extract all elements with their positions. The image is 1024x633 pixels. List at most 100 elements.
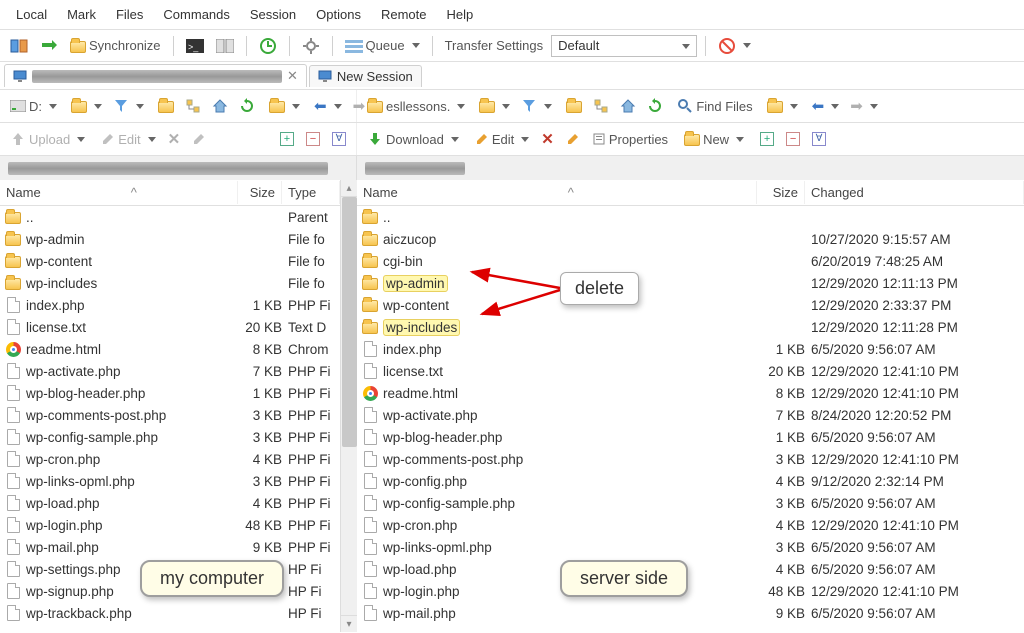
gear-icon[interactable]	[298, 35, 324, 57]
forward-icon[interactable]: ➡	[846, 95, 882, 117]
drive-selector[interactable]: D:	[6, 97, 61, 116]
table-row[interactable]: wp-comments-post.php3 KB12/29/2020 12:41…	[357, 448, 1024, 470]
properties-button[interactable]: Properties	[588, 130, 672, 149]
new-session-tab[interactable]: New Session	[309, 65, 422, 87]
table-row[interactable]: wp-blog-header.php1 KB6/5/2020 9:56:07 A…	[357, 426, 1024, 448]
select-all-button[interactable]: ∀	[328, 130, 350, 148]
menu-local[interactable]: Local	[6, 3, 57, 26]
compare-icon[interactable]	[6, 35, 32, 57]
tree-icon[interactable]	[589, 96, 613, 116]
table-row[interactable]: wp-cron.php4 KB12/29/2020 12:41:10 PM	[357, 514, 1024, 536]
hdr-name[interactable]: Name^	[357, 181, 757, 204]
delete-icon[interactable]: ✕	[537, 128, 558, 150]
table-row[interactable]: wp-blog-header.php1 KBPHP Fi	[0, 382, 340, 404]
table-row[interactable]: wp-links-opml.php3 KB6/5/2020 9:56:07 AM	[357, 536, 1024, 558]
hdr-size[interactable]: Size	[757, 181, 805, 204]
folder-search-icon[interactable]	[763, 98, 802, 114]
table-row[interactable]: wp-config-sample.php3 KB6/5/2020 9:56:07…	[357, 492, 1024, 514]
menu-remote[interactable]: Remote	[371, 3, 437, 26]
table-row[interactable]: index.php1 KB6/5/2020 9:56:07 AM	[357, 338, 1024, 360]
open-folder-icon[interactable]	[475, 98, 514, 114]
queue-button[interactable]: Queue	[341, 36, 424, 55]
upload-button[interactable]: Upload	[6, 129, 89, 149]
plus-button[interactable]: +	[276, 130, 298, 148]
menu-session[interactable]: Session	[240, 3, 306, 26]
menu-commands[interactable]: Commands	[153, 3, 239, 26]
bookmark-icon[interactable]	[562, 98, 586, 114]
terminal-icon[interactable]: >_	[182, 37, 208, 55]
table-row[interactable]: wp-cron.php4 KBPHP Fi	[0, 448, 340, 470]
sync-button[interactable]: Synchronize	[66, 36, 165, 55]
delete-icon[interactable]: ✕	[164, 128, 185, 150]
table-row[interactable]: wp-mail.php9 KB6/5/2020 9:56:07 AM	[357, 602, 1024, 624]
table-row[interactable]: wp-activate.php7 KBPHP Fi	[0, 360, 340, 382]
local-scrollbar[interactable]: ▴ ▾	[340, 180, 357, 632]
table-row[interactable]: ..	[357, 206, 1024, 228]
table-row[interactable]: ..Parent	[0, 206, 340, 228]
plus-button[interactable]: +	[756, 130, 778, 148]
download-button[interactable]: Download	[363, 129, 463, 149]
scroll-up-icon[interactable]: ▴	[341, 180, 357, 197]
home-icon[interactable]	[616, 96, 640, 116]
remote-file-list[interactable]: ..aiczucop10/27/2020 9:15:57 AMcgi-bin6/…	[357, 206, 1024, 624]
transfer-settings-select[interactable]: Default	[551, 35, 697, 57]
table-row[interactable]: license.txt20 KB12/29/2020 12:41:10 PM	[357, 360, 1024, 382]
hdr-type[interactable]: Type	[282, 181, 340, 204]
dual-panel-icon[interactable]	[212, 37, 238, 55]
table-row[interactable]: wp-config-sample.php3 KBPHP Fi	[0, 426, 340, 448]
tree-icon[interactable]	[181, 96, 205, 116]
table-row[interactable]: aiczucop10/27/2020 9:15:57 AM	[357, 228, 1024, 250]
table-row[interactable]: wp-config.php4 KB9/12/2020 2:32:14 PM	[357, 470, 1024, 492]
table-row[interactable]: wp-contentFile fo	[0, 250, 340, 272]
table-row[interactable]: cgi-bin6/20/2019 7:48:25 AM	[357, 250, 1024, 272]
table-row[interactable]: index.php1 KBPHP Fi	[0, 294, 340, 316]
disconnect-icon[interactable]	[714, 35, 755, 57]
refresh-icon[interactable]	[235, 96, 259, 116]
table-row[interactable]: readme.html8 KBChrom	[0, 338, 340, 360]
table-row[interactable]: wp-load.php4 KB6/5/2020 9:56:07 AM	[357, 558, 1024, 580]
menu-files[interactable]: Files	[106, 3, 153, 26]
sync-arrows-icon[interactable]	[36, 35, 62, 57]
edit-button[interactable]: Edit	[97, 130, 159, 149]
session-tab-active[interactable]: ✕	[4, 64, 307, 87]
menu-options[interactable]: Options	[306, 3, 371, 26]
refresh-icon[interactable]	[643, 96, 667, 116]
close-tab-icon[interactable]: ✕	[287, 68, 298, 84]
table-row[interactable]: wp-includesFile fo	[0, 272, 340, 294]
table-row[interactable]: wp-load.php4 KBPHP Fi	[0, 492, 340, 514]
new-button[interactable]: New	[680, 130, 748, 149]
back-icon[interactable]: ⬅	[310, 95, 346, 117]
table-row[interactable]: wp-mail.php9 KBPHP Fi	[0, 536, 340, 558]
table-row[interactable]: wp-includes12/29/2020 12:11:28 PM	[357, 316, 1024, 338]
sync-browse-icon[interactable]	[255, 35, 281, 57]
table-row[interactable]: wp-adminFile fo	[0, 228, 340, 250]
table-row[interactable]: wp-login.php48 KB12/29/2020 12:41:10 PM	[357, 580, 1024, 602]
table-row[interactable]: license.txt20 KBText D	[0, 316, 340, 338]
select-all-button[interactable]: ∀	[808, 130, 830, 148]
table-row[interactable]: wp-activate.php7 KB8/24/2020 12:20:52 PM	[357, 404, 1024, 426]
hdr-name[interactable]: Name^	[0, 181, 238, 204]
table-row[interactable]: wp-content12/29/2020 2:33:37 PM	[357, 294, 1024, 316]
scroll-thumb[interactable]	[342, 197, 357, 447]
back-icon[interactable]: ⬅	[808, 95, 844, 117]
table-row[interactable]: wp-login.php48 KBPHP Fi	[0, 514, 340, 536]
table-row[interactable]: wp-links-opml.php3 KBPHP Fi	[0, 470, 340, 492]
open-folder-icon[interactable]	[67, 98, 106, 114]
edit-button[interactable]: Edit	[471, 130, 533, 149]
hdr-size[interactable]: Size	[238, 181, 282, 204]
table-row[interactable]: wp-trackback.phpHP Fi	[0, 602, 340, 624]
scroll-down-icon[interactable]: ▾	[341, 615, 357, 632]
folder-search-icon[interactable]	[265, 98, 304, 114]
home-icon[interactable]	[208, 96, 232, 116]
minus-button[interactable]: −	[782, 130, 804, 148]
bookmark-icon[interactable]	[154, 98, 178, 114]
find-files-button[interactable]: Find Files	[673, 96, 756, 116]
remote-dir-selector[interactable]: esllessons.	[363, 97, 469, 116]
filter-icon[interactable]	[517, 96, 556, 116]
menu-help[interactable]: Help	[436, 3, 483, 26]
table-row[interactable]: readme.html8 KB12/29/2020 12:41:10 PM	[357, 382, 1024, 404]
menu-mark[interactable]: Mark	[57, 3, 106, 26]
hdr-changed[interactable]: Changed	[805, 181, 1024, 204]
rename-icon[interactable]	[562, 130, 584, 148]
table-row[interactable]: wp-comments-post.php3 KBPHP Fi	[0, 404, 340, 426]
